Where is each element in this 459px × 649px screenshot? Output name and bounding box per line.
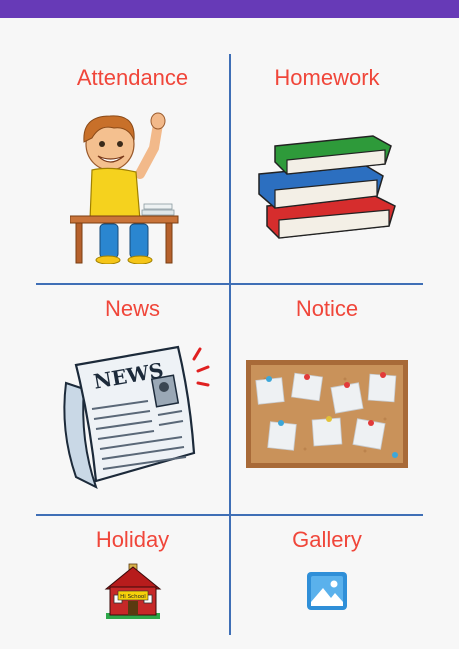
menu-tile-notice[interactable]: Notice <box>231 285 423 514</box>
status-bar <box>0 0 459 18</box>
menu-tile-attendance[interactable]: Attendance <box>36 54 229 283</box>
attendance-label: Attendance <box>76 65 189 90</box>
gallery-image-icon <box>307 572 347 610</box>
school-sign-text: Hi School <box>120 594 146 600</box>
homework-label: Homework <box>274 65 380 90</box>
newspaper-icon: NEWS <box>56 341 212 491</box>
gallery-label: Gallery <box>292 527 362 552</box>
menu-tile-news[interactable]: News NEWS <box>36 285 229 514</box>
school-house-icon: Hi School <box>104 563 162 621</box>
menu-tile-homework[interactable]: Homework <box>231 54 423 283</box>
stack-of-books-icon <box>257 134 397 240</box>
holiday-label: Holiday <box>95 527 170 552</box>
menu-tile-gallery[interactable]: Gallery <box>231 516 423 635</box>
notice-board-icon <box>245 359 409 469</box>
notice-label: Notice <box>295 296 359 321</box>
student-raising-hand-icon <box>70 112 182 264</box>
menu-tile-holiday[interactable]: Holiday Hi School <box>36 516 229 635</box>
news-label: News <box>104 296 160 321</box>
